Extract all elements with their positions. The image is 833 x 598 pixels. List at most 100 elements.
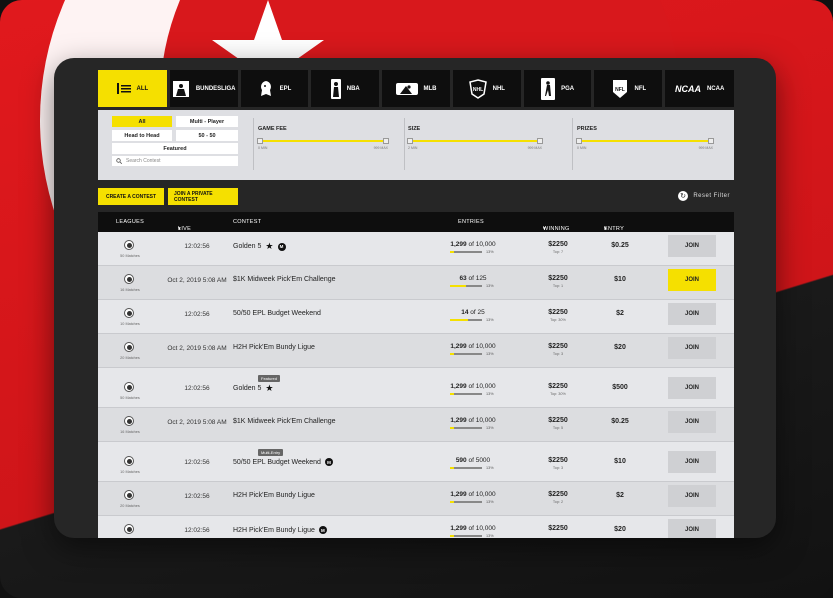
reset-filter-button[interactable]: ↻ Reset Filter (678, 191, 730, 201)
winning-top: Top: 1 (552, 284, 564, 288)
winning-amount: $2250 (548, 417, 568, 424)
league-icon (124, 416, 134, 426)
contest-name[interactable]: $1K Midweek Pick'Em Challenge (233, 418, 336, 425)
tab-all[interactable]: ALL (98, 70, 167, 107)
contest-name[interactable]: Golden 5 ★ (233, 384, 274, 393)
filter-all-button[interactable]: All (112, 116, 172, 127)
filter-featured-button[interactable]: Featured (112, 143, 238, 154)
tab-nfl[interactable]: NFL NFL (594, 70, 663, 107)
join-button[interactable]: JOIN (668, 303, 716, 325)
tab-label: EPL (279, 85, 292, 92)
live-time: Oct 2, 2019 5:08 AM (167, 277, 227, 284)
col-leagues[interactable]: LEAGUES (116, 219, 144, 225)
tab-nba[interactable]: NBA (311, 70, 380, 107)
mlb-logo-icon (395, 82, 418, 95)
entries-percent: 13% (486, 318, 494, 322)
entry-fee: $500 (612, 384, 628, 391)
entries-progress-bar (450, 251, 482, 253)
winning-amount: $2250 (548, 383, 568, 390)
tab-pga[interactable]: PGA (523, 70, 592, 107)
tab-nhl[interactable]: NHL NHL (452, 70, 521, 107)
winning-top: Top: 30% (550, 392, 566, 396)
entries-percent: 13% (486, 500, 494, 504)
contest-name[interactable]: H2H Pick'Em Bundy Ligue M (233, 526, 327, 534)
winning-amount: $2250 (548, 275, 568, 282)
entries-percent: 13% (486, 284, 494, 288)
join-button[interactable]: JOIN (668, 337, 716, 359)
entries-progress-bar (450, 501, 482, 503)
slider-min-value: 0 MIN (577, 146, 587, 150)
col-entries[interactable]: ENTRIES (458, 219, 484, 225)
entries-count: 1,299 of 10,000 (450, 491, 496, 498)
reset-filter-label: Reset Filter (693, 193, 730, 199)
matches-count: 10 Matches (120, 470, 140, 474)
col-contest[interactable]: CONTEST (233, 219, 261, 225)
slider-min-handle[interactable] (407, 138, 413, 144)
live-time: 12:02:56 (184, 459, 210, 466)
multi-entry-icon: M (318, 526, 327, 534)
contest-name[interactable]: 50/50 EPL Budget Weekend M (233, 458, 333, 466)
matches-count: 10 Matches (120, 322, 140, 326)
join-button[interactable]: JOIN (668, 377, 716, 399)
matches-count: 20 Matches (120, 504, 140, 508)
join-button[interactable]: JOIN (668, 485, 716, 507)
contest-name[interactable]: H2H Pick'Em Bundy Ligue (233, 492, 315, 499)
entry-fee: $0.25 (611, 418, 629, 425)
game-fee-slider[interactable]: 0 MIN 999 MAX (257, 136, 389, 150)
entries-progress-bar (450, 427, 482, 429)
nhl-shield-icon: NHL (468, 78, 487, 99)
join-button[interactable]: JOIN (668, 451, 716, 473)
live-time: 12:02:56 (184, 493, 210, 500)
tab-label: NBA (346, 85, 360, 92)
contest-name[interactable]: Golden 5 ★ M (233, 242, 286, 251)
tab-mlb[interactable]: MLB (382, 70, 450, 107)
entries-count: 1,299 of 10,000 (450, 241, 496, 248)
table-row: 20 Matches Oct 2, 2019 5:08 AM H2H Pick'Em… (98, 334, 734, 368)
entries-count: 63 of 125 (459, 275, 487, 282)
table-row: 20 Matches 12:02:56 H2H Pick'Em Bundy Ligu… (98, 482, 734, 516)
prizes-slider[interactable]: 0 MIN 999 MAX (576, 136, 714, 150)
entries-count: 14 of 25 (461, 309, 485, 316)
slider-max-handle[interactable] (708, 138, 714, 144)
entries-count: 590 of 5000 (455, 457, 491, 464)
slider-min-handle[interactable] (257, 138, 263, 144)
contest-name[interactable]: 50/50 EPL Budget Weekend (233, 310, 321, 317)
winning-top: Top: 3 (552, 466, 564, 470)
tab-ncaa[interactable]: NCAA NCAA (665, 70, 734, 107)
slider-min-value: 2 MIN (408, 146, 418, 150)
search-placeholder: Search Contest (126, 158, 161, 164)
filter-head-to-head-button[interactable]: Head to Head (112, 130, 172, 141)
live-time: 12:02:56 (184, 527, 210, 534)
slider-max-handle[interactable] (383, 138, 389, 144)
join-button[interactable]: JOIN (668, 235, 716, 257)
slider-min-handle[interactable] (576, 138, 582, 144)
divider (572, 118, 573, 170)
size-slider[interactable]: 2 MIN 999 MAX (407, 136, 543, 150)
filter-fifty-fifty-button[interactable]: 50 - 50 (176, 130, 238, 141)
entry-fee: $10 (614, 276, 626, 283)
divider (253, 118, 254, 170)
join-button[interactable]: JOIN (668, 269, 716, 291)
slider-track (577, 140, 713, 142)
tab-epl[interactable]: EPL (240, 70, 309, 107)
multi-entry-icon: M (324, 458, 333, 466)
join-button[interactable]: JOIN (668, 411, 716, 433)
league-icon (124, 308, 134, 318)
slider-max-value: 999 MAX (373, 146, 388, 150)
svg-text:NHL: NHL (472, 87, 482, 93)
league-icon (124, 240, 134, 250)
slider-max-handle[interactable] (537, 138, 543, 144)
search-input[interactable]: Search Contest (112, 156, 238, 166)
contest-name[interactable]: H2H Pick'Em Bundy Ligue (233, 344, 315, 351)
star-icon: ★ (265, 241, 274, 251)
join-private-contest-button[interactable]: JOIN A PRIVATE CONTEST (168, 188, 238, 205)
filter-multi-player-button[interactable]: Multi - Player (176, 116, 238, 127)
create-contest-button[interactable]: CREATE A CONTEST (98, 188, 164, 205)
multi-entry-icon: M (277, 242, 286, 251)
league-icon (124, 342, 134, 352)
tab-bundesliga[interactable]: BUNDESLIGA (169, 70, 238, 107)
tablet-device: ALL BUNDESLIGA EPL NBA MLB NHL NHL PGA N… (54, 58, 776, 538)
contest-table-body: 50 Matches 12:02:56 Golden 5 ★ M 1,299 of 10,… (98, 232, 734, 538)
join-button[interactable]: JOIN (668, 519, 716, 538)
contest-name[interactable]: $1K Midweek Pick'Em Challenge (233, 276, 336, 283)
